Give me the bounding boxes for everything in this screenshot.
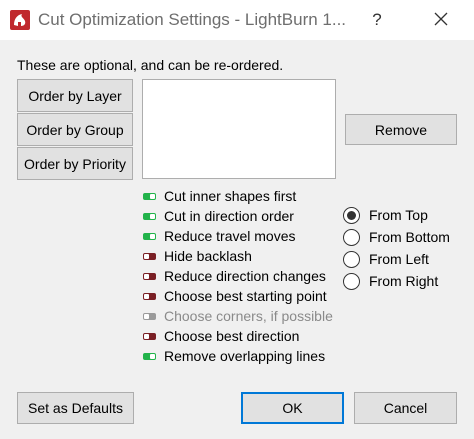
option-label: Reduce direction changes	[164, 268, 326, 284]
radio-label: From Bottom	[369, 229, 450, 245]
radio-label: From Right	[369, 273, 439, 289]
description-text: These are optional, and can be re-ordere…	[17, 57, 284, 73]
toggle-off-icon[interactable]	[143, 332, 156, 340]
radio-label: From Top	[369, 207, 428, 223]
remove-button[interactable]: Remove	[345, 114, 457, 145]
order-by-priority-button[interactable]: Order by Priority	[17, 147, 133, 180]
option-label: Cut in direction order	[164, 208, 294, 224]
order-by-layer-button[interactable]: Order by Layer	[17, 79, 133, 112]
toggle-on-icon[interactable]	[143, 232, 156, 240]
toggle-on-icon[interactable]	[143, 212, 156, 220]
toggle-on-icon[interactable]	[143, 192, 156, 200]
option-label: Reduce travel moves	[164, 228, 296, 244]
close-button[interactable]	[428, 8, 454, 32]
radio-from-bottom[interactable]: From Bottom	[343, 226, 450, 248]
radio-button[interactable]	[343, 272, 360, 290]
order-list[interactable]	[142, 79, 336, 179]
help-button[interactable]: ?	[366, 8, 388, 32]
option-choose-corners-if-possible: Choose corners, if possible	[141, 306, 333, 326]
option-choose-best-starting-point[interactable]: Choose best starting point	[141, 286, 333, 306]
close-icon	[434, 12, 448, 26]
cancel-button[interactable]: Cancel	[354, 392, 457, 424]
ok-button[interactable]: OK	[241, 392, 344, 424]
option-label: Hide backlash	[164, 248, 252, 264]
window-title: Cut Optimization Settings - LightBurn 1.…	[38, 10, 347, 29]
radio-button[interactable]	[343, 206, 360, 224]
toggle-off-icon[interactable]	[143, 252, 156, 260]
option-cut-in-direction-order[interactable]: Cut in direction order	[141, 206, 333, 226]
option-reduce-direction-changes[interactable]: Reduce direction changes	[141, 266, 333, 286]
option-label: Choose corners, if possible	[164, 308, 333, 324]
option-list: Cut inner shapes first Cut in direction o…	[141, 186, 333, 366]
radio-button[interactable]	[343, 228, 360, 246]
option-choose-best-direction[interactable]: Choose best direction	[141, 326, 333, 346]
option-label: Cut inner shapes first	[164, 188, 297, 204]
option-hide-backlash[interactable]: Hide backlash	[141, 246, 333, 266]
option-cut-inner-shapes-first[interactable]: Cut inner shapes first	[141, 186, 333, 206]
option-remove-overlapping-lines[interactable]: Remove overlapping lines	[141, 346, 333, 366]
option-reduce-travel-moves[interactable]: Reduce travel moves	[141, 226, 333, 246]
title-bar: Cut Optimization Settings - LightBurn 1.…	[0, 0, 474, 40]
radio-label: From Left	[369, 251, 429, 267]
radio-button[interactable]	[343, 250, 360, 268]
toggle-off-icon[interactable]	[143, 292, 156, 300]
toggle-on-icon[interactable]	[143, 352, 156, 360]
option-label: Remove overlapping lines	[164, 348, 326, 364]
set-as-defaults-button[interactable]: Set as Defaults	[17, 392, 134, 424]
toggle-off-icon[interactable]	[143, 272, 156, 280]
option-label: Choose best direction	[164, 328, 300, 344]
toggle-off-icon	[143, 312, 156, 320]
radio-from-top[interactable]: From Top	[343, 204, 450, 226]
direction-radio-group: From Top From Bottom From Left From Right	[343, 204, 450, 292]
order-by-group-button[interactable]: Order by Group	[17, 113, 133, 146]
radio-from-right[interactable]: From Right	[343, 270, 450, 292]
option-label: Choose best starting point	[164, 288, 327, 304]
radio-from-left[interactable]: From Left	[343, 248, 450, 270]
lightburn-app-icon	[10, 10, 30, 30]
